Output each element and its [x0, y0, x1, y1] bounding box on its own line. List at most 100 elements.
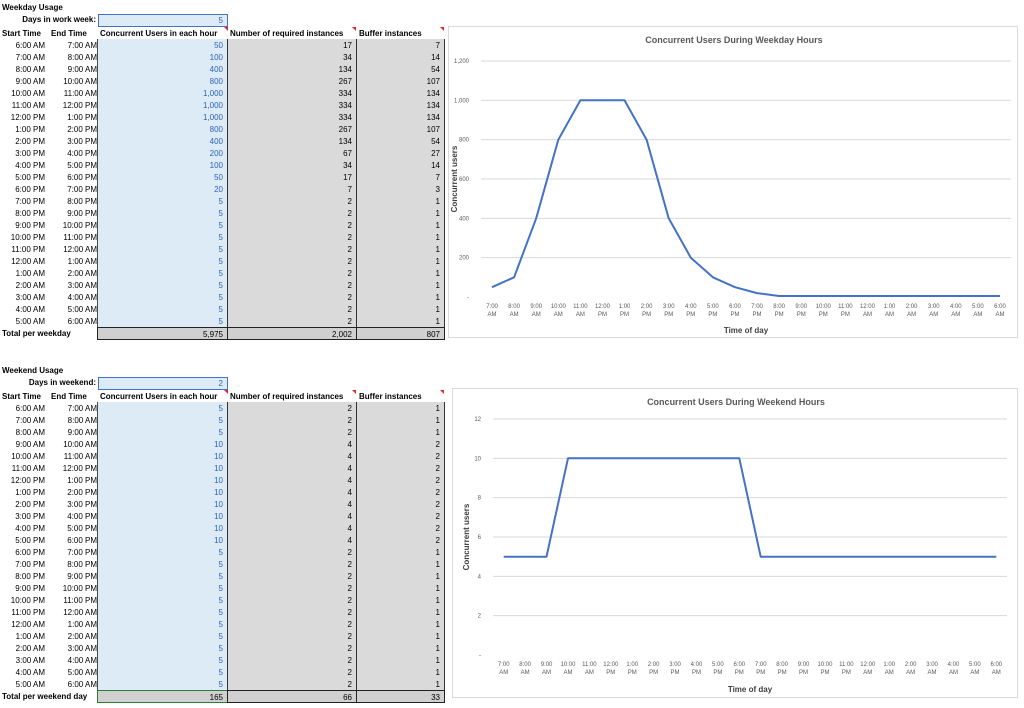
concurrent-users-cell[interactable]: 5 [98, 232, 227, 244]
buffer-instances-cell: 1 [435, 233, 440, 242]
concurrent-users-cell[interactable]: 100 [98, 160, 227, 172]
required-instances-cell: 2 [347, 428, 352, 437]
weekend-total-buffer[interactable]: 33 [356, 690, 445, 703]
x-tick-label: AM [563, 670, 572, 676]
x-tick-label: AM [973, 312, 982, 318]
concurrent-users-cell[interactable]: 5 [98, 667, 227, 679]
buffer-instances-cell: 2 [435, 512, 440, 521]
concurrent-users-cell[interactable]: 200 [98, 148, 227, 160]
x-tick-label: 3:00 [663, 304, 675, 310]
concurrent-users-cell[interactable]: 5 [98, 427, 227, 439]
end-time-cell: 11:00 AM [63, 89, 97, 98]
concurrent-users-cell[interactable]: 5 [98, 559, 227, 571]
x-tick-label: AM [928, 670, 937, 676]
table-row: 10:00 PM 11:00 PM 5 2 1 [0, 595, 450, 607]
start-time-cell: 11:00 AM [11, 101, 45, 110]
end-time-cell: 2:00 PM [67, 125, 97, 134]
required-instances-cell: 134 [338, 137, 352, 146]
concurrent-users-cell[interactable]: 10 [98, 535, 227, 547]
concurrent-users-cell[interactable]: 5 [98, 595, 227, 607]
concurrent-users-cell[interactable]: 5 [98, 304, 227, 316]
buffer-instances-cell: 1 [435, 620, 440, 629]
x-tick-label: 12:00 [595, 304, 611, 310]
concurrent-users-cell[interactable]: 10 [98, 487, 227, 499]
buffer-instances-cell: 134 [426, 113, 440, 122]
x-tick-label: AM [488, 312, 497, 318]
weekday-total-buffer[interactable]: 807 [356, 327, 445, 340]
concurrent-users-cell[interactable]: 10 [98, 523, 227, 535]
concurrent-users-cell[interactable]: 5 [98, 655, 227, 667]
y-axis-label: Concurrent users [462, 503, 471, 570]
weekday-chart[interactable]: Concurrent Users During Weekday Hours - 20… [448, 26, 1018, 338]
concurrent-users-cell[interactable]: 800 [98, 124, 227, 136]
concurrent-users-cell[interactable]: 5 [98, 280, 227, 292]
concurrent-users-cell[interactable]: 5 [98, 571, 227, 583]
x-tick-label: PM [713, 670, 722, 676]
concurrent-users-cell[interactable]: 10 [98, 475, 227, 487]
x-tick-label: 5:00 [707, 304, 719, 310]
concurrent-users-cell[interactable]: 100 [98, 52, 227, 64]
comment-marker-icon[interactable] [224, 27, 228, 31]
weekend-chart[interactable]: Concurrent Users During Weekend Hours - 2 4… [452, 388, 1018, 698]
table-row: 4:00 PM 5:00 PM 10 4 2 [0, 523, 450, 535]
concurrent-users-cell[interactable]: 10 [98, 463, 227, 475]
concurrent-users-cell[interactable]: 50 [98, 40, 227, 52]
weekday-total-users[interactable]: 5,975 [97, 327, 228, 340]
comment-marker-icon[interactable] [224, 390, 228, 394]
concurrent-users-cell[interactable]: 5 [98, 208, 227, 220]
concurrent-users-cell[interactable]: 400 [98, 64, 227, 76]
concurrent-users-cell[interactable]: 5 [98, 292, 227, 304]
start-time-cell: 8:00 AM [15, 65, 45, 74]
concurrent-users-cell[interactable]: 5 [98, 403, 227, 415]
concurrent-users-cell[interactable]: 5 [98, 583, 227, 595]
required-instances-cell: 4 [347, 452, 352, 461]
concurrent-users-cell[interactable]: 5 [98, 631, 227, 643]
days-in-weekend-input[interactable]: 2 [98, 377, 228, 390]
x-tick-label: PM [842, 670, 851, 676]
concurrent-users-cell[interactable]: 20 [98, 184, 227, 196]
table-row: 3:00 PM 4:00 PM 10 4 2 [0, 511, 450, 523]
concurrent-users-cell[interactable]: 5 [98, 268, 227, 280]
weekend-total-required[interactable]: 66 [227, 690, 357, 703]
concurrent-users-cell[interactable]: 400 [98, 136, 227, 148]
required-instances-cell: 2 [347, 293, 352, 302]
concurrent-users-cell[interactable]: 50 [98, 172, 227, 184]
concurrent-users-cell[interactable]: 5 [98, 196, 227, 208]
concurrent-users-cell[interactable]: 5 [98, 256, 227, 268]
x-tick-label: PM [708, 312, 717, 318]
concurrent-users-cell[interactable]: 1,000 [98, 112, 227, 124]
concurrent-users-cell[interactable]: 5 [98, 244, 227, 256]
concurrent-users-cell[interactable]: 10 [98, 451, 227, 463]
x-tick-label: 8:00 [773, 304, 785, 310]
comment-marker-icon[interactable] [352, 390, 356, 394]
concurrent-users-cell[interactable]: 5 [98, 643, 227, 655]
concurrent-users-cell[interactable]: 5 [98, 547, 227, 559]
concurrent-users-cell[interactable]: 1,000 [98, 88, 227, 100]
comment-marker-icon[interactable] [352, 27, 356, 31]
x-axis-label: Time of day [728, 685, 773, 694]
concurrent-users-cell[interactable]: 10 [98, 439, 227, 451]
buffer-instances-cell: 2 [435, 464, 440, 473]
x-tick-label: 1:00 [883, 662, 895, 668]
concurrent-users-cell[interactable]: 1,000 [98, 100, 227, 112]
comment-marker-icon[interactable] [440, 390, 444, 394]
days-in-work-week-input[interactable]: 5 [98, 14, 228, 27]
concurrent-users-cell[interactable]: 800 [98, 76, 227, 88]
table-row: 4:00 AM 5:00 AM 5 2 1 [0, 304, 450, 316]
concurrent-users-cell[interactable]: 5 [98, 415, 227, 427]
concurrent-users-cell[interactable]: 5 [98, 619, 227, 631]
table-row: 5:00 PM 6:00 PM 10 4 2 [0, 535, 450, 547]
buffer-instances-cell: 1 [435, 644, 440, 653]
concurrent-users-cell[interactable]: 10 [98, 499, 227, 511]
concurrent-users-cell[interactable]: 10 [98, 511, 227, 523]
x-tick-label: 10:00 [560, 662, 576, 668]
weekend-section-title: Weekend Usage [2, 366, 64, 375]
table-row: 8:00 PM 9:00 PM 5 2 1 [0, 208, 450, 220]
weekend-total-users[interactable]: 165 [97, 690, 228, 703]
header-end-time: End Time [51, 29, 87, 38]
buffer-instances-cell: 2 [435, 536, 440, 545]
concurrent-users-cell[interactable]: 5 [98, 607, 227, 619]
weekday-total-required[interactable]: 2,002 [227, 327, 357, 340]
comment-marker-icon[interactable] [440, 27, 444, 31]
concurrent-users-cell[interactable]: 5 [98, 220, 227, 232]
